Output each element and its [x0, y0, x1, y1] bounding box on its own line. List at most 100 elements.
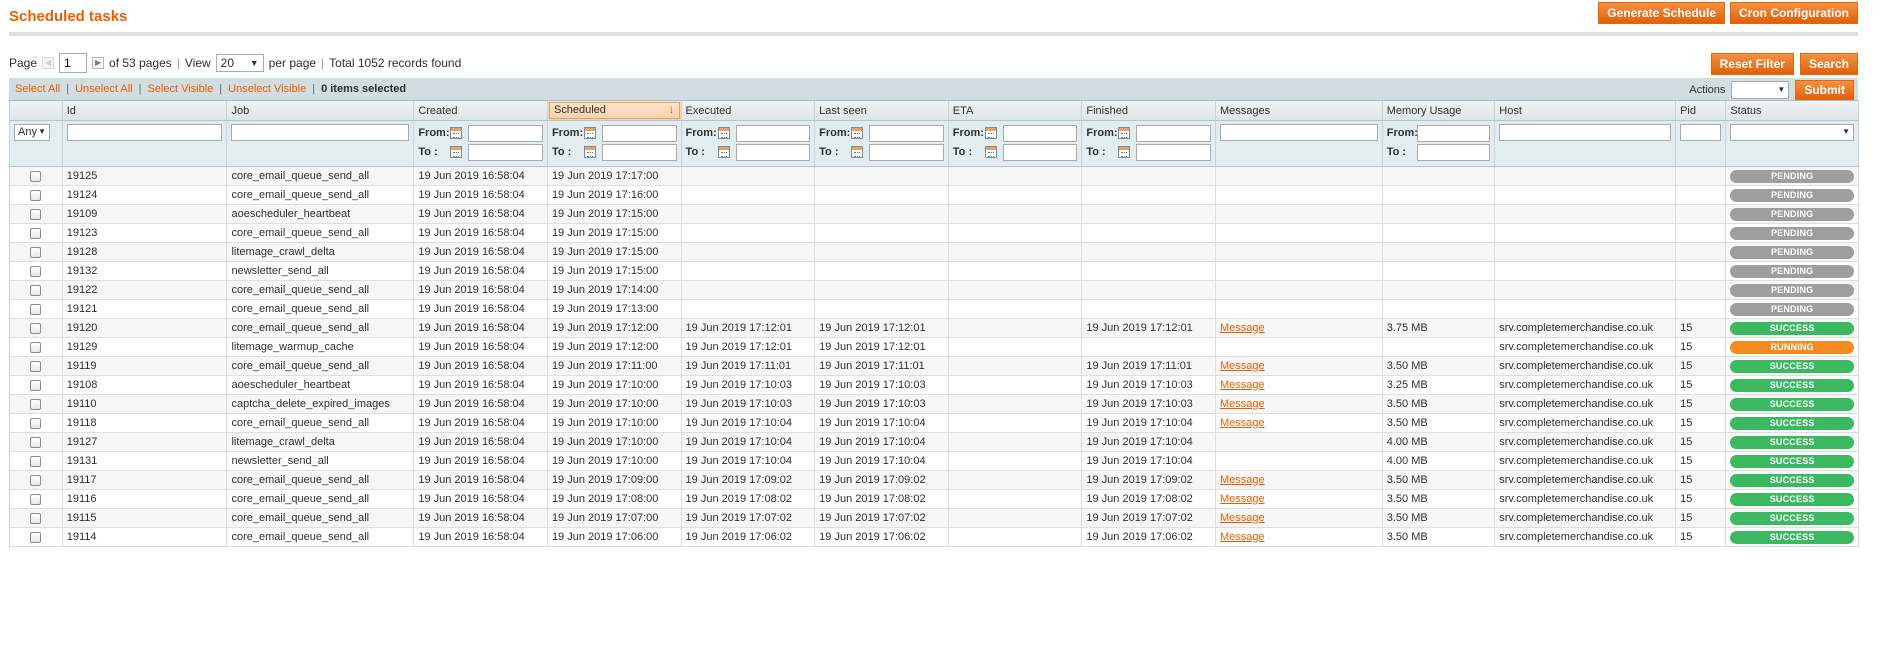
row-checkbox[interactable] [30, 303, 42, 315]
calendar-icon[interactable] [717, 146, 730, 158]
header-finished[interactable]: Finished [1081, 101, 1216, 121]
actions-select[interactable] [1731, 81, 1790, 99]
table-row[interactable]: 19118 core_email_queue_send_all 19 Jun 201… [10, 413, 1859, 433]
row-checkbox[interactable] [30, 189, 42, 201]
message-link[interactable]: Message [1220, 379, 1265, 391]
pid-filter-input[interactable] [1680, 124, 1722, 141]
table-row[interactable]: 19116 core_email_queue_send_all 19 Jun 201… [10, 489, 1859, 509]
header-status[interactable]: Status [1725, 101, 1859, 121]
message-link[interactable]: Message [1220, 474, 1265, 486]
table-row[interactable]: 19123 core_email_queue_send_all 19 Jun 201… [10, 223, 1859, 243]
table-row[interactable]: 19120 core_email_queue_send_all 19 Jun 201… [10, 318, 1859, 338]
header-host[interactable]: Host [1494, 101, 1677, 121]
calendar-icon[interactable] [717, 127, 730, 139]
message-link[interactable]: Message [1220, 322, 1265, 334]
cron-configuration-button[interactable]: Cron Configuration [1730, 2, 1858, 24]
status-filter-select[interactable] [1730, 124, 1854, 141]
calendar-icon[interactable] [583, 127, 596, 139]
calendar-icon[interactable] [450, 146, 463, 158]
header-messages[interactable]: Messages [1215, 101, 1383, 121]
last-seen-to-input[interactable] [869, 143, 944, 161]
row-checkbox[interactable] [30, 493, 42, 505]
next-page-icon[interactable]: ▶ [92, 57, 105, 69]
memory-from-input[interactable] [1416, 124, 1491, 142]
table-row[interactable]: 19119 core_email_queue_send_all 19 Jun 201… [10, 356, 1859, 376]
scheduled-to-input[interactable] [601, 143, 677, 161]
memory-to-input[interactable] [1416, 143, 1491, 161]
table-row[interactable]: 19132 newsletter_send_all 19 Jun 2019 16:5… [10, 261, 1859, 281]
message-link[interactable]: Message [1220, 417, 1265, 429]
message-link[interactable]: Message [1220, 360, 1265, 372]
header-scheduled[interactable]: Scheduled ↓ [547, 101, 682, 121]
executed-from-input[interactable] [735, 124, 811, 142]
table-row[interactable]: 19128 litemage_crawl_delta 19 Jun 2019 16:… [10, 242, 1859, 262]
header-executed[interactable]: Executed [681, 101, 816, 121]
row-checkbox[interactable] [30, 436, 42, 448]
message-link[interactable]: Message [1220, 493, 1265, 505]
table-row[interactable]: 19115 core_email_queue_send_all 19 Jun 201… [10, 508, 1859, 528]
reset-filter-button[interactable]: Reset Filter [1710, 53, 1794, 75]
row-checkbox[interactable] [30, 170, 42, 182]
row-checkbox[interactable] [30, 531, 42, 543]
select-all-link[interactable]: Select All [15, 83, 60, 95]
unselect-visible-link[interactable]: Unselect Visible [228, 83, 306, 95]
header-last-seen[interactable]: Last seen [814, 101, 949, 121]
finished-from-input[interactable] [1136, 124, 1211, 142]
row-checkbox[interactable] [30, 474, 42, 486]
row-checkbox[interactable] [30, 341, 42, 353]
created-from-input[interactable] [468, 124, 543, 142]
row-checkbox[interactable] [30, 360, 42, 372]
table-row[interactable]: 19129 litemage_warmup_cache 19 Jun 2019 16… [10, 337, 1859, 357]
messages-filter-input[interactable] [1219, 124, 1378, 141]
id-filter-input[interactable] [66, 124, 223, 141]
row-checkbox[interactable] [30, 417, 42, 429]
message-link[interactable]: Message [1220, 512, 1265, 524]
last-seen-from-input[interactable] [869, 124, 944, 142]
row-checkbox[interactable] [30, 322, 42, 334]
row-checkbox[interactable] [30, 398, 42, 410]
calendar-icon[interactable] [851, 146, 864, 158]
massaction-filter-select[interactable]: Any [14, 124, 50, 141]
executed-to-input[interactable] [735, 143, 811, 161]
table-row[interactable]: 19127 litemage_crawl_delta 19 Jun 2019 16:… [10, 432, 1859, 452]
table-row[interactable]: 19131 newsletter_send_all 19 Jun 2019 16:5… [10, 451, 1859, 471]
calendar-icon[interactable] [984, 146, 997, 158]
message-link[interactable]: Message [1220, 531, 1265, 543]
header-id[interactable]: Id [62, 101, 228, 121]
calendar-icon[interactable] [450, 127, 463, 139]
job-filter-input[interactable] [231, 124, 410, 141]
table-row[interactable]: 19124 core_email_queue_send_all 19 Jun 201… [10, 185, 1859, 205]
row-checkbox[interactable] [30, 284, 42, 296]
finished-to-input[interactable] [1136, 143, 1211, 161]
created-to-input[interactable] [468, 143, 543, 161]
submit-button[interactable]: Submit [1795, 80, 1854, 100]
search-button[interactable]: Search [1799, 53, 1858, 75]
header-memory-usage[interactable]: Memory Usage [1382, 101, 1496, 121]
table-row[interactable]: 19125 core_email_queue_send_all 19 Jun 201… [10, 166, 1859, 186]
table-row[interactable]: 19122 core_email_queue_send_all 19 Jun 201… [10, 280, 1859, 300]
scheduled-from-input[interactable] [601, 124, 677, 142]
eta-from-input[interactable] [1002, 124, 1078, 142]
host-filter-input[interactable] [1499, 124, 1672, 141]
row-checkbox[interactable] [30, 208, 42, 220]
calendar-icon[interactable] [984, 127, 997, 139]
table-row[interactable]: 19114 core_email_queue_send_all 19 Jun 201… [10, 527, 1859, 547]
table-row[interactable]: 19109 aoescheduler_heartbeat 19 Jun 2019 1… [10, 204, 1859, 224]
row-checkbox[interactable] [30, 512, 42, 524]
calendar-icon[interactable] [851, 127, 864, 139]
row-checkbox[interactable] [30, 379, 42, 391]
row-checkbox[interactable] [30, 265, 42, 277]
row-checkbox[interactable] [30, 246, 42, 258]
message-link[interactable]: Message [1220, 398, 1265, 410]
header-pid[interactable]: Pid [1675, 101, 1727, 121]
calendar-icon[interactable] [1118, 146, 1131, 158]
page-number-input[interactable] [59, 53, 88, 73]
generate-schedule-button[interactable]: Generate Schedule [1598, 2, 1726, 24]
row-checkbox[interactable] [30, 227, 42, 239]
per-page-select[interactable]: 20 ▼ [215, 54, 264, 72]
table-row[interactable]: 19117 core_email_queue_send_all 19 Jun 201… [10, 470, 1859, 490]
calendar-icon[interactable] [583, 146, 596, 158]
unselect-all-link[interactable]: Unselect All [75, 83, 132, 95]
select-visible-link[interactable]: Select Visible [147, 83, 213, 95]
calendar-icon[interactable] [1118, 127, 1131, 139]
